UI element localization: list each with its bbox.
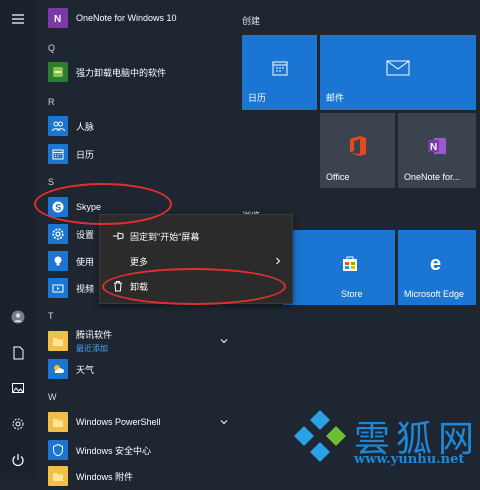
user-avatar-icon[interactable] bbox=[9, 308, 27, 326]
tips-bulb-icon bbox=[48, 251, 68, 271]
annotation-ellipse-skype bbox=[34, 183, 172, 225]
chevron-down-icon bbox=[220, 339, 228, 344]
pin-icon bbox=[106, 231, 130, 241]
letter-header-q[interactable]: Q bbox=[48, 43, 55, 53]
letter-header-r[interactable]: R bbox=[48, 97, 55, 107]
settings-gear-icon[interactable] bbox=[9, 415, 27, 433]
list-item-label: 日历 bbox=[76, 149, 95, 160]
people-icon bbox=[48, 116, 68, 136]
list-item-weather[interactable]: 天气 bbox=[48, 355, 94, 383]
list-item-label: Windows PowerShell bbox=[76, 417, 161, 427]
edge-icon: e bbox=[430, 253, 441, 274]
svg-text:e: e bbox=[430, 253, 441, 274]
list-item-label: 人脉 bbox=[76, 121, 95, 132]
list-item-label: OneNote for Windows 10 bbox=[76, 13, 177, 23]
weather-sun-icon bbox=[48, 359, 68, 379]
svg-text:N: N bbox=[430, 142, 437, 153]
tile-edge[interactable]: e Microsoft Edge bbox=[398, 230, 476, 305]
letter-header-s[interactable]: S bbox=[48, 177, 54, 187]
tile-office[interactable]: Office bbox=[320, 113, 395, 188]
calendar-icon bbox=[272, 61, 287, 76]
watermark-url: www.yunhu.net bbox=[354, 452, 465, 467]
onenote-icon: N bbox=[48, 8, 68, 28]
chevron-down-icon bbox=[220, 420, 228, 425]
tile-store[interactable]: Store bbox=[283, 230, 395, 305]
mail-icon bbox=[386, 60, 410, 76]
tile-mail[interactable]: 邮件 bbox=[320, 35, 476, 110]
list-item-calendar[interactable]: 日历 bbox=[48, 140, 94, 168]
office-icon bbox=[349, 136, 366, 156]
hamburger-menu-icon[interactable] bbox=[9, 10, 27, 28]
folder-icon bbox=[48, 412, 68, 432]
list-item-label: 使用 bbox=[76, 256, 95, 267]
power-icon[interactable] bbox=[9, 451, 27, 469]
list-item-label: 设置 bbox=[76, 229, 95, 240]
letter-header-t[interactable]: T bbox=[48, 311, 54, 321]
list-item-label: 腾讯软件 bbox=[76, 330, 113, 340]
watermark: 雲狐网 www.yunhu.net bbox=[288, 402, 480, 479]
shield-icon bbox=[48, 440, 68, 460]
context-menu-pin[interactable]: 固定到"开始"屏幕 bbox=[100, 223, 292, 249]
annotation-ellipse-uninstall bbox=[102, 268, 286, 305]
watermark-logo-icon bbox=[294, 410, 346, 462]
list-item-tencent-folder[interactable]: 腾讯软件 最近添加 bbox=[48, 327, 233, 355]
list-item-uninstaller[interactable]: 强力卸载电脑中的软件 bbox=[48, 58, 166, 86]
pictures-icon[interactable] bbox=[9, 379, 27, 397]
uninstaller-icon bbox=[48, 62, 68, 82]
start-left-rail bbox=[0, 0, 36, 479]
tile-label: OneNote for... bbox=[404, 172, 461, 182]
list-item-label: 强力卸载电脑中的软件 bbox=[76, 67, 167, 78]
tile-calendar[interactable]: 日历 bbox=[242, 35, 317, 110]
tile-label: 日历 bbox=[248, 93, 267, 103]
list-item-label: Windows 安全中心 bbox=[76, 445, 152, 456]
tile-label: Store bbox=[341, 289, 363, 299]
tile-label: Microsoft Edge bbox=[404, 289, 465, 299]
tile-label: Office bbox=[326, 172, 350, 182]
new-badge: 最近添加 bbox=[76, 344, 108, 353]
svg-text:N: N bbox=[54, 14, 61, 24]
video-icon bbox=[48, 278, 68, 298]
list-item-security[interactable]: Windows 安全中心 bbox=[48, 436, 151, 464]
documents-icon[interactable] bbox=[9, 344, 27, 362]
tile-group-title-create[interactable]: 创建 bbox=[242, 14, 260, 27]
context-menu-label: 更多 bbox=[130, 256, 149, 267]
onenote-icon: N bbox=[428, 138, 446, 154]
list-item-accessories-folder[interactable]: Windows 附件 bbox=[48, 462, 233, 490]
letter-header-w[interactable]: W bbox=[48, 392, 57, 402]
chevron-right-icon bbox=[276, 257, 281, 265]
tile-onenote[interactable]: N OneNote for... bbox=[398, 113, 476, 188]
settings-app-icon bbox=[48, 224, 68, 244]
list-item-tips[interactable]: 使用 bbox=[48, 247, 94, 275]
list-item-label: 视频 bbox=[76, 283, 95, 294]
list-item-video[interactable]: 视频 bbox=[48, 274, 94, 302]
list-item-people[interactable]: 人脉 bbox=[48, 112, 94, 140]
list-item-label: Windows 附件 bbox=[76, 471, 134, 482]
list-item-powershell-folder[interactable]: Windows PowerShell bbox=[48, 408, 233, 436]
context-menu-label: 固定到"开始"屏幕 bbox=[130, 231, 200, 242]
list-item-label: 天气 bbox=[76, 364, 95, 375]
store-bag-icon bbox=[343, 256, 358, 271]
folder-icon bbox=[48, 466, 68, 486]
calendar-icon bbox=[48, 144, 68, 164]
folder-icon bbox=[48, 331, 68, 351]
list-item-onenote[interactable]: N OneNote for Windows 10 bbox=[48, 4, 177, 32]
tile-label: 邮件 bbox=[326, 93, 345, 103]
